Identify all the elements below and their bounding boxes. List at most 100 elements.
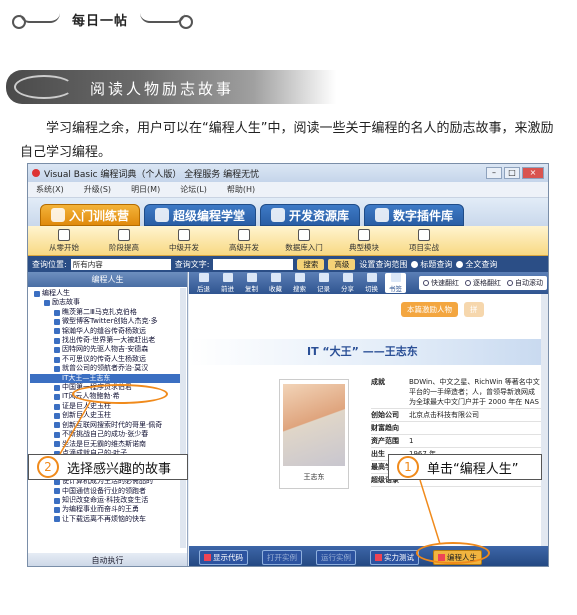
tree-item-label: 找出传奇·世界第一大被赶出老 <box>62 336 156 345</box>
tab-featured-person[interactable]: 本篇激励人物 <box>401 302 458 317</box>
menu-mingri[interactable]: 明日(M) <box>131 184 160 195</box>
scroll-options: 快速翻红 逐格翻红 自动滚动 <box>419 276 547 290</box>
query-settings-link[interactable]: 设置查询范围 <box>359 259 407 270</box>
tree-scrollbar[interactable] <box>180 288 186 548</box>
tab-label: 开发资源库 <box>289 208 350 223</box>
book-icon <box>58 228 70 241</box>
tree-item-label: 为编程事业而奋斗的王勇 <box>62 505 139 514</box>
tree-item[interactable]: 让下载远离不再烦恼的快车 <box>30 515 180 524</box>
window-controls: – □ × <box>486 167 548 179</box>
tab-resources[interactable]: 开发资源库 <box>260 204 361 226</box>
tree-folder[interactable]: 编程人生 <box>30 289 180 298</box>
tree-item-label: 不断挑战自己的成功·张少春 <box>62 430 149 439</box>
tree-item[interactable]: 不断挑战自己的成功·张少春 <box>30 430 180 439</box>
tree-item[interactable]: 锦瀚华人的缝谷传奇杨致远 <box>30 327 180 336</box>
radio-icon <box>411 260 419 268</box>
document-icon <box>54 318 60 325</box>
module-improve[interactable]: 阶段提高 <box>94 228 154 253</box>
module-typical[interactable]: 典型模块 <box>334 228 394 253</box>
tree-item[interactable]: IT大王—王志东 <box>30 373 180 384</box>
tree-item[interactable]: 就曾公司的领航者乔治·莫汉 <box>30 364 180 373</box>
module-intermediate[interactable]: 中级开发 <box>154 228 214 253</box>
tree-item[interactable]: 创新巨人史玉柱 <box>30 411 180 420</box>
module-project[interactable]: 项目实战 <box>394 228 454 253</box>
tree-item[interactable]: 知识改变命运·科技改变生活 <box>30 496 180 505</box>
menu-upgrade[interactable]: 升级(S) <box>84 184 111 195</box>
record-button[interactable]: 记录 <box>313 273 334 293</box>
option-label: 快速翻红 <box>431 279 459 287</box>
step-scroll-option[interactable]: 逐格翻红 <box>465 278 501 288</box>
module-advanced[interactable]: 高级开发 <box>214 228 274 253</box>
favorite-button[interactable]: 收藏 <box>265 273 286 293</box>
find-button[interactable]: 搜索 <box>289 273 310 293</box>
forward-icon <box>222 273 233 282</box>
fulltext-search-radio[interactable]: 全文查询 <box>456 259 497 270</box>
tree-item[interactable]: 中国通信设备行业的领跑者 <box>30 487 180 496</box>
content-scrollbar[interactable] <box>541 294 548 556</box>
module-icons: 从零开始 阶段提高 中级开发 高级开发 数据库入门 典型模块 项目实战 <box>28 226 548 256</box>
tree-item[interactable]: 瞧茨第二Ⅲ马克扎克伯格 <box>30 308 180 317</box>
advanced-button[interactable]: 高级 <box>328 258 356 270</box>
open-example-button[interactable]: 打开实例 <box>262 549 302 565</box>
bottom-label: 打开实例 <box>267 552 297 562</box>
module-start[interactable]: 从零开始 <box>34 228 94 253</box>
switch-button[interactable]: 切换 <box>361 273 382 293</box>
tree-item-label: 锦瀚华人的缝谷传奇杨致远 <box>62 326 146 335</box>
radio-label: 全文查询 <box>465 259 498 269</box>
run-example-button[interactable]: 运行实例 <box>316 549 356 565</box>
copy-button[interactable]: 复制 <box>241 273 262 293</box>
bottom-label: 运行实例 <box>321 552 351 562</box>
query-position-select[interactable]: 所有内容 <box>70 258 171 270</box>
back-button[interactable]: 后退 <box>193 273 214 293</box>
fast-scroll-option[interactable]: 快速翻红 <box>423 278 459 288</box>
bookmark-button[interactable]: 书签 <box>385 273 406 293</box>
tab-plugins[interactable]: 数字插件库 <box>364 204 465 226</box>
auto-run-button[interactable]: 自动执行 <box>28 553 187 566</box>
tab-beginner[interactable]: 入门训练营 <box>40 204 141 226</box>
auto-scroll-option[interactable]: 自动滚动 <box>507 278 543 288</box>
main-tabs: 入门训练营 超级编程学堂 开发资源库 数字插件库 <box>28 198 548 226</box>
maximize-button[interactable]: □ <box>504 167 520 179</box>
title-search-radio[interactable]: 标题查询 <box>411 259 452 270</box>
document-icon <box>54 337 60 344</box>
tree-item[interactable]: 坐法是巨无霸的维杰斯诺南 <box>30 440 180 449</box>
tab-classroom[interactable]: 超级编程学堂 <box>144 204 257 226</box>
show-code-button[interactable]: 显示代码 <box>199 549 248 565</box>
callout-text: 选择感兴趣的故事 <box>67 461 172 477</box>
toolbar-label: 复制 <box>245 285 258 293</box>
right-pane: 后退 前进 复制 收藏 搜索 记录 分享 切换 书签 快速翻红 逐格翻红 自动滚… <box>189 272 548 566</box>
forward-button[interactable]: 前进 <box>217 273 238 293</box>
minimize-button[interactable]: – <box>486 167 502 179</box>
search-button[interactable]: 搜索 <box>297 258 325 270</box>
callout-click-button: 1 单击“编程人生” <box>388 454 542 480</box>
tree-item-label: 坐法是巨无霸的维杰斯诺南 <box>62 439 146 448</box>
menu-help[interactable]: 帮助(H) <box>227 184 255 195</box>
app-body: 编程人生 编程人生 励志故事 瞧茨第二Ⅲ马克扎克伯格 微型博客Twitter创始人杰克… <box>28 272 548 566</box>
tree-item[interactable]: 为编程事业而奋斗的王勇 <box>30 505 180 514</box>
tree-item[interactable]: 因特网的先驱人物吉·安德森 <box>30 345 180 354</box>
tree-item[interactable]: 不可思议的传奇人生杨致远 <box>30 355 180 364</box>
share-button[interactable]: 分享 <box>337 273 358 293</box>
menu-system[interactable]: 系统(X) <box>36 184 64 195</box>
tree-folder[interactable]: 励志故事 <box>30 298 180 307</box>
tree-item-label: 就曾公司的领航者乔治·莫汉 <box>62 364 149 373</box>
tree-item-label: 微型博客Twitter创始人杰克·多 <box>62 317 158 326</box>
close-button[interactable]: × <box>522 167 544 179</box>
tree-item[interactable]: 创新互联网搜索时代的哥里·佩奇 <box>30 421 180 430</box>
toolbar-label: 记录 <box>317 285 330 293</box>
query-text-input[interactable] <box>213 258 294 270</box>
plugin-icon <box>375 208 390 222</box>
book-icon <box>51 208 65 222</box>
query-text-label: 查询文字: <box>174 259 210 269</box>
module-database[interactable]: 数据库入门 <box>274 228 334 253</box>
tree-item[interactable]: 微型博客Twitter创始人杰克·多 <box>30 317 180 326</box>
callout-number: 2 <box>37 456 59 478</box>
tree-item[interactable]: 找出传奇·世界第一大被赶出老 <box>30 336 180 345</box>
skill-test-button[interactable]: 实力测试 <box>370 549 419 565</box>
tree-item-label: 创新巨人史玉柱 <box>62 411 111 420</box>
menu-forum[interactable]: 论坛(L) <box>180 184 207 195</box>
ornament-right-icon <box>140 13 193 29</box>
section-banner: 阅读人物励志故事 <box>6 70 336 104</box>
tab-more[interactable]: 拼 <box>464 302 484 317</box>
story-headline: IT “大王” ——王志东 <box>307 345 418 358</box>
